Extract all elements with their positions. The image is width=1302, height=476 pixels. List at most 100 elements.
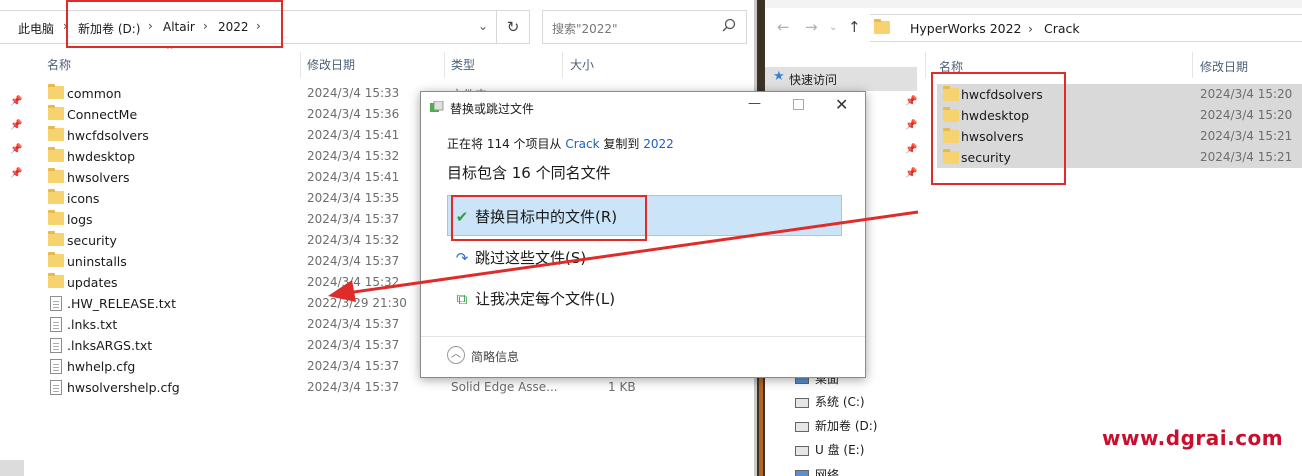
column-header-name[interactable]: 名称 <box>47 56 71 73</box>
pin-icon[interactable]: 📌 <box>10 168 22 179</box>
dialog-title: 替换或跳过文件 <box>450 102 535 116</box>
folder-icon <box>48 231 64 247</box>
folder-icon <box>48 252 64 268</box>
folder-icon <box>48 147 64 163</box>
item-name: logs <box>67 212 93 227</box>
pin-icon[interactable]: 📌 <box>905 96 917 107</box>
fewer-details-button[interactable]: ︿ <box>447 346 465 364</box>
recent-dropdown-icon[interactable]: ⌄ <box>829 22 837 33</box>
dest-folder-link[interactable]: 2022 <box>643 137 674 151</box>
column-header-type[interactable]: 类型 <box>451 56 475 73</box>
pin-icon[interactable]: 📌 <box>10 96 22 107</box>
pin-icon[interactable]: 📌 <box>10 144 22 155</box>
column-divider[interactable] <box>1192 52 1193 78</box>
breadcrumb-hyperworks[interactable]: HyperWorks 2022 <box>910 21 1022 36</box>
item-date: 2024/3/4 15:35 <box>307 191 400 205</box>
folder-icon <box>48 168 64 184</box>
desc-mid: 复制到 <box>599 137 644 151</box>
pin-icon[interactable]: 📌 <box>10 120 22 131</box>
item-date: 2024/3/4 15:37 <box>307 212 400 226</box>
minimize-button[interactable]: — <box>748 96 761 111</box>
item-date: 2024/3/4 15:37 <box>307 359 400 373</box>
maximize-button[interactable] <box>793 99 804 110</box>
chevron-right-icon: › <box>1028 21 1033 36</box>
item-name: icons <box>67 191 100 206</box>
item-name: common <box>67 86 122 101</box>
pin-icon[interactable]: 📌 <box>905 168 917 179</box>
skip-arrow-icon: ↷ <box>455 249 469 267</box>
pin-icon[interactable]: 📌 <box>905 120 917 131</box>
item-name: ConnectMe <box>67 107 138 122</box>
item-name: .HW_RELEASE.txt <box>67 296 176 311</box>
dialog-separator <box>421 336 865 337</box>
item-date: 2024/3/4 15:33 <box>307 86 400 100</box>
column-divider[interactable] <box>300 52 301 78</box>
search-input[interactable]: 搜索"2022" <box>542 10 747 44</box>
item-date: 2024/3/4 15:41 <box>307 170 400 184</box>
item-name: updates <box>67 275 118 290</box>
folder-icon <box>48 273 64 289</box>
desc-prefix: 正在将 114 个项目从 <box>447 137 566 151</box>
drive-icon <box>795 422 809 432</box>
up-arrow-icon[interactable]: ↑ <box>848 18 861 36</box>
close-button[interactable]: ✕ <box>835 95 848 114</box>
annotation-box-replace-option <box>451 195 647 241</box>
file-icon <box>48 359 64 374</box>
refresh-icon: ↻ <box>506 18 520 36</box>
decide-each-option[interactable]: ⧉ 让我决定每个文件(L) <box>453 288 615 309</box>
pin-icon[interactable]: 📌 <box>905 144 917 155</box>
column-divider[interactable] <box>562 52 563 78</box>
item-name: security <box>67 233 117 248</box>
nav-item-drive-c[interactable]: 系统 (C:) <box>815 393 865 410</box>
dialog-description: 正在将 114 个项目从 Crack 复制到 2022 <box>447 135 674 152</box>
skip-files-option[interactable]: ↷ 跳过这些文件(S) <box>453 247 587 268</box>
source-folder-link[interactable]: Crack <box>565 137 599 151</box>
breadcrumb-crack[interactable]: Crack <box>1044 21 1080 36</box>
annotation-box-crack-folders <box>931 72 1066 185</box>
column-header-date[interactable]: 修改日期 <box>1200 58 1248 75</box>
item-type: Solid Edge Asse... <box>451 380 558 394</box>
nav-selected-item[interactable] <box>0 460 24 476</box>
column-divider[interactable] <box>925 52 926 78</box>
chevron-down-icon[interactable]: ⌄ <box>478 19 488 33</box>
column-header-date[interactable]: 修改日期 <box>307 56 355 73</box>
column-header-size[interactable]: 大小 <box>570 56 594 73</box>
item-date: 2024/3/4 15:37 <box>307 317 400 331</box>
quick-access-item[interactable] <box>765 67 917 91</box>
list-item[interactable]: hwsolvershelp.cfg 2024/3/4 15:37 Solid Edg… <box>44 377 644 398</box>
item-date: 2024/3/4 15:21 <box>1200 150 1293 164</box>
folder-icon <box>48 84 64 100</box>
search-placeholder: 搜索"2022" <box>552 22 618 36</box>
item-name: hwsolvers <box>67 170 130 185</box>
file-icon <box>48 338 64 353</box>
network-icon <box>795 470 809 476</box>
nav-item-network[interactable]: 网络 <box>815 466 839 476</box>
nav-item-drive-d[interactable]: 新加卷 (D:) <box>815 417 877 434</box>
item-date: 2024/3/4 15:32 <box>307 275 400 289</box>
nav-item-drive-e[interactable]: U 盘 (E:) <box>815 441 864 458</box>
copy-files-icon <box>430 101 444 112</box>
drive-icon <box>795 398 809 408</box>
item-date: 2022/3/29 21:30 <box>307 296 407 310</box>
item-date: 2024/3/4 15:32 <box>307 233 400 247</box>
item-name: hwdesktop <box>67 149 136 164</box>
item-date: 2024/3/4 15:37 <box>307 254 400 268</box>
conflict-heading: 目标包含 16 个同名文件 <box>447 164 611 182</box>
refresh-button[interactable]: ↻ <box>496 10 530 44</box>
breadcrumb-this-pc[interactable]: 此电脑 <box>18 20 54 37</box>
folder-icon <box>874 19 890 34</box>
fewer-details-label[interactable]: 简略信息 <box>471 348 519 365</box>
folder-icon <box>48 105 64 121</box>
watermark: www.dgrai.com <box>1102 426 1284 450</box>
right-address-bar[interactable]: HyperWorks 2022 › Crack <box>870 14 1302 42</box>
usb-drive-icon <box>795 446 809 456</box>
skip-option-label: 跳过这些文件(S) <box>475 249 587 267</box>
star-icon: ★ <box>773 69 785 84</box>
item-date: 2024/3/4 15:37 <box>307 380 400 394</box>
column-divider[interactable] <box>444 52 445 78</box>
quick-access-label: 快速访问 <box>789 73 838 87</box>
forward-arrow-icon[interactable]: → <box>805 18 818 36</box>
item-name: .lnks.txt <box>67 317 118 332</box>
item-date: 2024/3/4 15:20 <box>1200 87 1293 101</box>
back-arrow-icon[interactable]: ← <box>777 18 790 36</box>
